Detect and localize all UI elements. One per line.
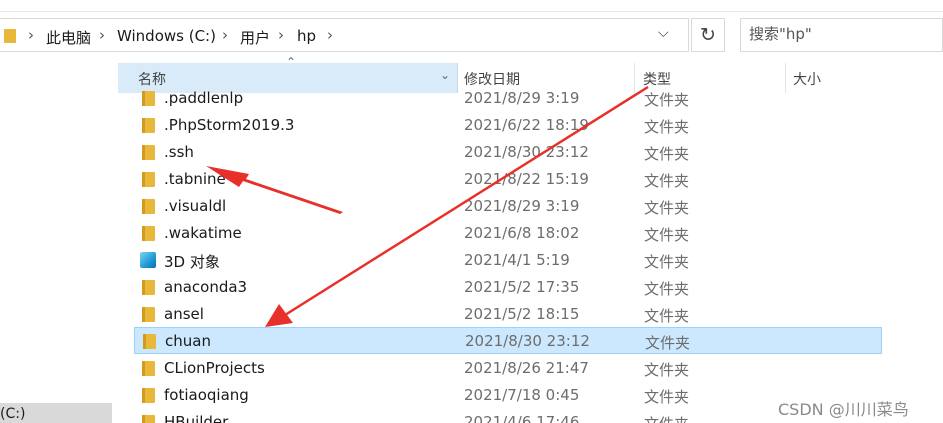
file-row[interactable]: 3D 对象 2021/4/1 5:19 文件夹 <box>134 247 882 274</box>
file-row[interactable]: .tabnine 2021/8/22 15:19 文件夹 <box>134 166 882 193</box>
folder-icon <box>142 415 155 423</box>
address-bar[interactable]: › 此电脑 › Windows (C:) › 用户 › hp › ⌵ <box>0 18 689 52</box>
breadcrumb-drive-c[interactable]: Windows (C:) <box>117 27 216 45</box>
file-date: 2021/6/22 18:19 <box>464 116 589 134</box>
file-row[interactable]: .ssh 2021/8/30 23:12 文件夹 <box>134 139 882 166</box>
file-type: 文件夹 <box>644 226 690 244</box>
file-type: 文件夹 <box>644 172 690 190</box>
file-name: .tabnine <box>164 170 226 188</box>
file-date: 2021/5/2 18:15 <box>464 305 580 323</box>
file-name: 3D 对象 <box>164 253 220 271</box>
search-box[interactable] <box>740 18 943 52</box>
file-date: 2021/8/30 23:12 <box>465 332 590 350</box>
folder-icon <box>142 172 155 187</box>
refresh-icon: ↻ <box>700 24 716 46</box>
file-date: 2021/6/8 18:02 <box>464 224 580 242</box>
chevron-down-icon[interactable]: ⌵ <box>658 25 669 41</box>
file-date: 2021/8/26 21:47 <box>464 359 589 377</box>
file-name: anaconda3 <box>164 278 248 296</box>
folder-icon <box>142 361 155 376</box>
file-date: 2021/8/29 3:19 <box>464 197 580 215</box>
chevron-down-icon[interactable]: ⌄ <box>440 68 450 82</box>
file-name: chuan <box>165 332 211 350</box>
file-list: .paddlenlp 2021/8/29 3:19 文件夹 .PhpStorm2… <box>0 87 943 423</box>
file-type: 文件夹 <box>644 388 690 406</box>
column-header-label: 名称 <box>138 72 166 88</box>
watermark: CSDN @川川菜鸟 <box>778 400 909 419</box>
file-type: 文件夹 <box>644 253 690 271</box>
file-name: .wakatime <box>164 224 242 242</box>
breadcrumb-this-pc[interactable]: 此电脑 <box>46 27 91 48</box>
folder-icon <box>142 199 155 214</box>
file-name: .ssh <box>164 143 194 161</box>
file-date: 2021/8/29 3:19 <box>464 89 580 107</box>
chevron-right-icon[interactable]: › <box>278 26 284 44</box>
file-name: ansel <box>164 305 204 323</box>
chevron-right-icon[interactable]: › <box>28 26 34 44</box>
folder-icon <box>4 29 16 43</box>
file-date: 2021/4/1 5:19 <box>464 251 570 269</box>
ribbon-toolbar <box>0 0 943 12</box>
file-date: 2021/5/2 17:35 <box>464 278 580 296</box>
file-date: 2021/8/30 23:12 <box>464 143 589 161</box>
3d-objects-icon <box>140 252 156 268</box>
file-row[interactable]: .wakatime 2021/6/8 18:02 文件夹 <box>134 220 882 247</box>
folder-icon <box>142 280 155 295</box>
file-name: HBuilder <box>164 413 229 423</box>
sort-up-icon: ⌃ <box>286 55 297 69</box>
folder-icon <box>142 145 155 160</box>
file-type: 文件夹 <box>644 413 689 423</box>
file-row[interactable]: fotiaoqiang 2021/7/18 0:45 文件夹 <box>134 382 882 409</box>
breadcrumb-hp[interactable]: hp <box>297 27 316 45</box>
file-type: 文件夹 <box>644 307 690 325</box>
file-name: fotiaoqiang <box>164 386 249 404</box>
file-row[interactable]: anaconda3 2021/5/2 17:35 文件夹 <box>134 274 882 301</box>
folder-icon <box>142 118 155 133</box>
folder-icon <box>142 91 155 106</box>
file-name: .paddlenlp <box>164 89 244 107</box>
file-name: CLionProjects <box>164 359 265 377</box>
file-type: 文件夹 <box>644 280 690 298</box>
column-header-label: 大小 <box>793 72 821 88</box>
file-type: 文件夹 <box>644 91 690 109</box>
folder-icon <box>142 307 155 322</box>
refresh-button[interactable]: ↻ <box>691 18 725 52</box>
chevron-right-icon[interactable]: › <box>327 26 333 44</box>
file-row[interactable]: ansel 2021/5/2 18:15 文件夹 <box>134 301 882 328</box>
folder-icon <box>142 388 155 403</box>
address-row: › 此电脑 › Windows (C:) › 用户 › hp › ⌵ ↻ <box>0 14 943 56</box>
file-type: 文件夹 <box>645 334 691 352</box>
column-header-label: 类型 <box>643 72 671 88</box>
chevron-right-icon[interactable]: › <box>222 26 228 44</box>
file-type: 文件夹 <box>644 118 690 136</box>
chevron-right-icon[interactable]: › <box>99 26 105 44</box>
file-row[interactable]: HBuilder 2021/4/6 17:46 文件夹 <box>134 409 882 423</box>
file-row[interactable]: .PhpStorm2019.3 2021/6/22 18:19 文件夹 <box>134 112 882 139</box>
file-name: .visualdl <box>164 197 227 215</box>
file-type: 文件夹 <box>644 145 690 163</box>
search-input[interactable] <box>749 25 939 43</box>
column-header-label: 修改日期 <box>464 72 520 88</box>
file-row[interactable]: CLionProjects 2021/8/26 21:47 文件夹 <box>134 355 882 382</box>
file-name: .PhpStorm2019.3 <box>164 116 295 134</box>
file-date: 2021/7/18 0:45 <box>464 386 580 404</box>
folder-icon <box>143 334 156 349</box>
file-row[interactable]: .paddlenlp 2021/8/29 3:19 文件夹 <box>134 87 882 112</box>
file-row[interactable]: .visualdl 2021/8/29 3:19 文件夹 <box>134 193 882 220</box>
breadcrumb-users[interactable]: 用户 <box>240 27 270 48</box>
file-row-selected[interactable]: chuan 2021/8/30 23:12 文件夹 <box>134 327 882 354</box>
folder-icon <box>142 226 155 241</box>
file-date: 2021/4/6 17:46 <box>464 413 580 423</box>
file-type: 文件夹 <box>644 199 690 217</box>
file-date: 2021/8/22 15:19 <box>464 170 589 188</box>
file-type: 文件夹 <box>644 361 690 379</box>
